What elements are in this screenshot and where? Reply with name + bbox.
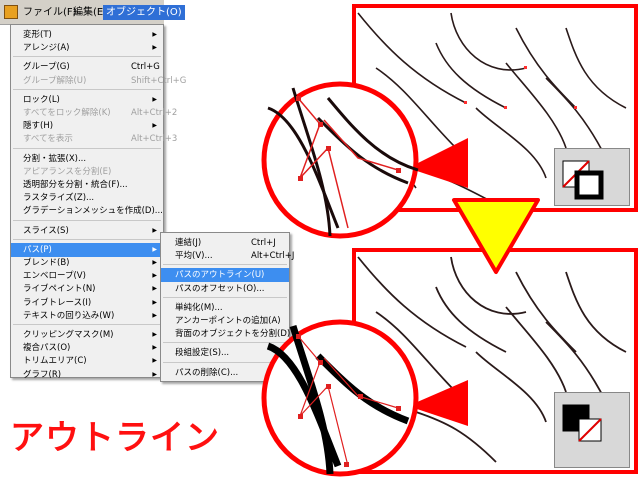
menu-item-shortcut: Ctrl+G — [131, 62, 160, 73]
outline-caption: アウトライン — [10, 418, 220, 458]
submenu-arrow-icon: ▶ — [152, 44, 157, 52]
path-submenu-item[interactable]: パスのアウトライン(U) — [161, 268, 289, 283]
menu-item-label: アピアランスを分割(E) — [23, 166, 112, 177]
menu-separator — [13, 324, 161, 325]
menu-item-label: すべてを表示 — [23, 134, 73, 145]
object-menu-item[interactable]: すべてをロック解除(K) Alt+Ctrl+2 — [11, 106, 177, 120]
menu-item-shortcut: Alt+Ctrl+J — [251, 251, 295, 262]
object-menu-item[interactable]: グループ解除(U) Shift+Ctrl+G — [11, 74, 186, 88]
menu-item-label: 平均(V)... — [175, 251, 213, 262]
submenu-arrow-icon: ▶ — [152, 245, 157, 253]
menu-item-label: パスのオフセット(O)... — [175, 283, 265, 294]
object-menu-item[interactable]: グラデーションメッシュを作成(D)... — [11, 204, 163, 218]
menu-item-label: 段組設定(S)... — [175, 348, 230, 359]
object-menu-item[interactable]: ロック(L) ▶ — [11, 93, 163, 107]
object-menu-item[interactable]: アレンジ(A) ▶ — [11, 41, 163, 55]
menu-item-label: 単純化(M)... — [175, 302, 223, 313]
menu-item-label: 分割・拡張(X)... — [23, 153, 87, 164]
menu-separator — [13, 238, 161, 240]
submenu-arrow-icon: ▶ — [152, 272, 157, 280]
submenu-arrow-icon: ▶ — [152, 311, 157, 319]
menu-item-label: 隠す(H) — [23, 121, 54, 132]
menu-item-label: テキストの回り込み(W) — [23, 310, 115, 321]
menu-bar: ファイル(F) 編集(E) オブジェクト(O) — [0, 0, 185, 25]
menu-item-label: ラスタライズ(Z)... — [23, 193, 95, 204]
object-menu-item[interactable]: 複合パス(O) ▶ — [11, 341, 163, 355]
submenu-arrow-icon: ▶ — [152, 31, 157, 38]
menu-item-label: エンベロープ(V) — [23, 271, 86, 282]
app-icon[interactable] — [4, 5, 18, 19]
object-menu-item[interactable]: ライブペイント(N) ▶ — [11, 282, 163, 296]
menu-item-shortcut: Shift+Ctrl+G — [131, 75, 187, 86]
menu-item-label: アレンジ(A) — [23, 43, 70, 54]
submenu-arrow-icon: ▶ — [152, 122, 157, 130]
menu-item-label: ロック(L) — [23, 94, 60, 105]
menu-separator — [163, 264, 287, 266]
submenu-arrow-icon: ▶ — [152, 357, 157, 365]
object-menu-item[interactable]: 透明部分を分割・統合(F)... — [11, 178, 163, 192]
object-menu-item[interactable]: 変形(T) ▶ — [11, 28, 163, 42]
submenu-arrow-icon: ▶ — [152, 259, 157, 266]
object-menu-item[interactable]: アピアランスを分割(E) — [11, 165, 163, 179]
submenu-arrow-icon: ▶ — [152, 344, 157, 352]
menu-item-label: グループ解除(U) — [23, 75, 87, 86]
object-menu-item[interactable]: すべてを表示 Alt+Ctrl+3 — [11, 132, 177, 146]
toolbox-bottom — [554, 392, 630, 468]
object-menu: 変形(T) ▶ アレンジ(A) ▶ グループ(G) Ctrl+G グループ解除(U) Shif… — [10, 24, 186, 380]
menu-item-label: グラフ(R) — [23, 369, 62, 380]
menu-item-label: トリムエリア(C) — [23, 356, 87, 367]
magnifier-after — [261, 319, 468, 477]
submenu-arrow-icon: ▶ — [152, 298, 157, 306]
menu-item-label: パスのアウトライン(U) — [175, 270, 265, 281]
menu-item-label: グループ(G) — [23, 62, 70, 73]
menu-object[interactable]: オブジェクト(O) — [103, 5, 185, 20]
menu-separator — [13, 88, 161, 90]
menu-separator — [13, 56, 161, 58]
menu-item-label: パス(P) — [23, 244, 52, 255]
menu-item-label: グラデーションメッシュを作成(D)... — [23, 206, 163, 217]
menu-separator — [163, 296, 287, 298]
menu-item-label: 透明部分を分割・統合(F)... — [23, 180, 128, 190]
submenu-arrow-icon: ▶ — [152, 331, 157, 338]
menu-item-label: 複合パス(O) — [23, 343, 71, 354]
object-menu-item[interactable]: ブレンド(B) ▶ — [11, 256, 163, 270]
stroke-swatch-icon[interactable] — [555, 149, 629, 205]
menu-separator — [13, 219, 161, 221]
submenu-arrow-icon: ▶ — [152, 285, 157, 293]
object-menu-item[interactable]: 隠す(H) ▶ — [11, 119, 163, 133]
path-submenu-item[interactable]: 平均(V)... Alt+Ctrl+J — [161, 249, 294, 263]
object-menu-item[interactable]: ライブトレース(I) ▶ — [11, 296, 163, 310]
toolbox-top — [554, 148, 630, 206]
menu-item-label: 変形(T) — [23, 30, 52, 40]
submenu-arrow-icon: ▶ — [152, 95, 157, 103]
object-menu-item[interactable]: グラフ(R) ▶ — [11, 368, 163, 382]
menu-item-label: クリッピングマスク(M) — [23, 330, 114, 340]
menu-item-label: パスの削除(C)... — [175, 367, 239, 378]
menu-item-label: ライブトレース(I) — [23, 297, 92, 308]
object-menu-item[interactable]: テキストの回り込み(W) ▶ — [11, 309, 163, 323]
menu-item-label: すべてをロック解除(K) — [23, 108, 111, 118]
object-menu-item[interactable]: トリムエリア(C) ▶ — [11, 354, 163, 368]
menu-separator — [13, 147, 161, 149]
path-submenu-item[interactable]: 単純化(M)... — [161, 301, 289, 315]
menu-item-shortcut: Alt+Ctrl+2 — [131, 108, 178, 118]
path-submenu-item[interactable]: パスのオフセット(O)... — [161, 282, 289, 296]
menu-item-label: ライブペイント(N) — [23, 284, 96, 295]
object-menu-item[interactable]: スライス(S) ▶ — [11, 224, 163, 238]
menu-item-label: ブレンド(B) — [23, 258, 70, 268]
object-menu-item[interactable]: エンベロープ(V) ▶ — [11, 269, 163, 283]
object-menu-item[interactable]: グループ(G) Ctrl+G — [11, 60, 163, 74]
menu-item-label: 連結(J) — [175, 238, 202, 248]
menu-item-label: スライス(S) — [23, 225, 69, 236]
object-menu-item[interactable]: クリッピングマスク(M) ▶ — [11, 328, 163, 342]
menu-item-shortcut: Alt+Ctrl+3 — [131, 134, 178, 145]
object-menu-item[interactable]: パス(P) ▶ — [11, 242, 163, 257]
object-menu-item[interactable]: ラスタライズ(Z)... — [11, 191, 163, 205]
fill-swatch-icon[interactable] — [555, 393, 629, 467]
object-menu-item[interactable]: 分割・拡張(X)... — [11, 152, 163, 166]
submenu-arrow-icon: ▶ — [152, 226, 157, 234]
submenu-arrow-icon: ▶ — [152, 370, 157, 378]
magnifier-before — [261, 81, 468, 239]
